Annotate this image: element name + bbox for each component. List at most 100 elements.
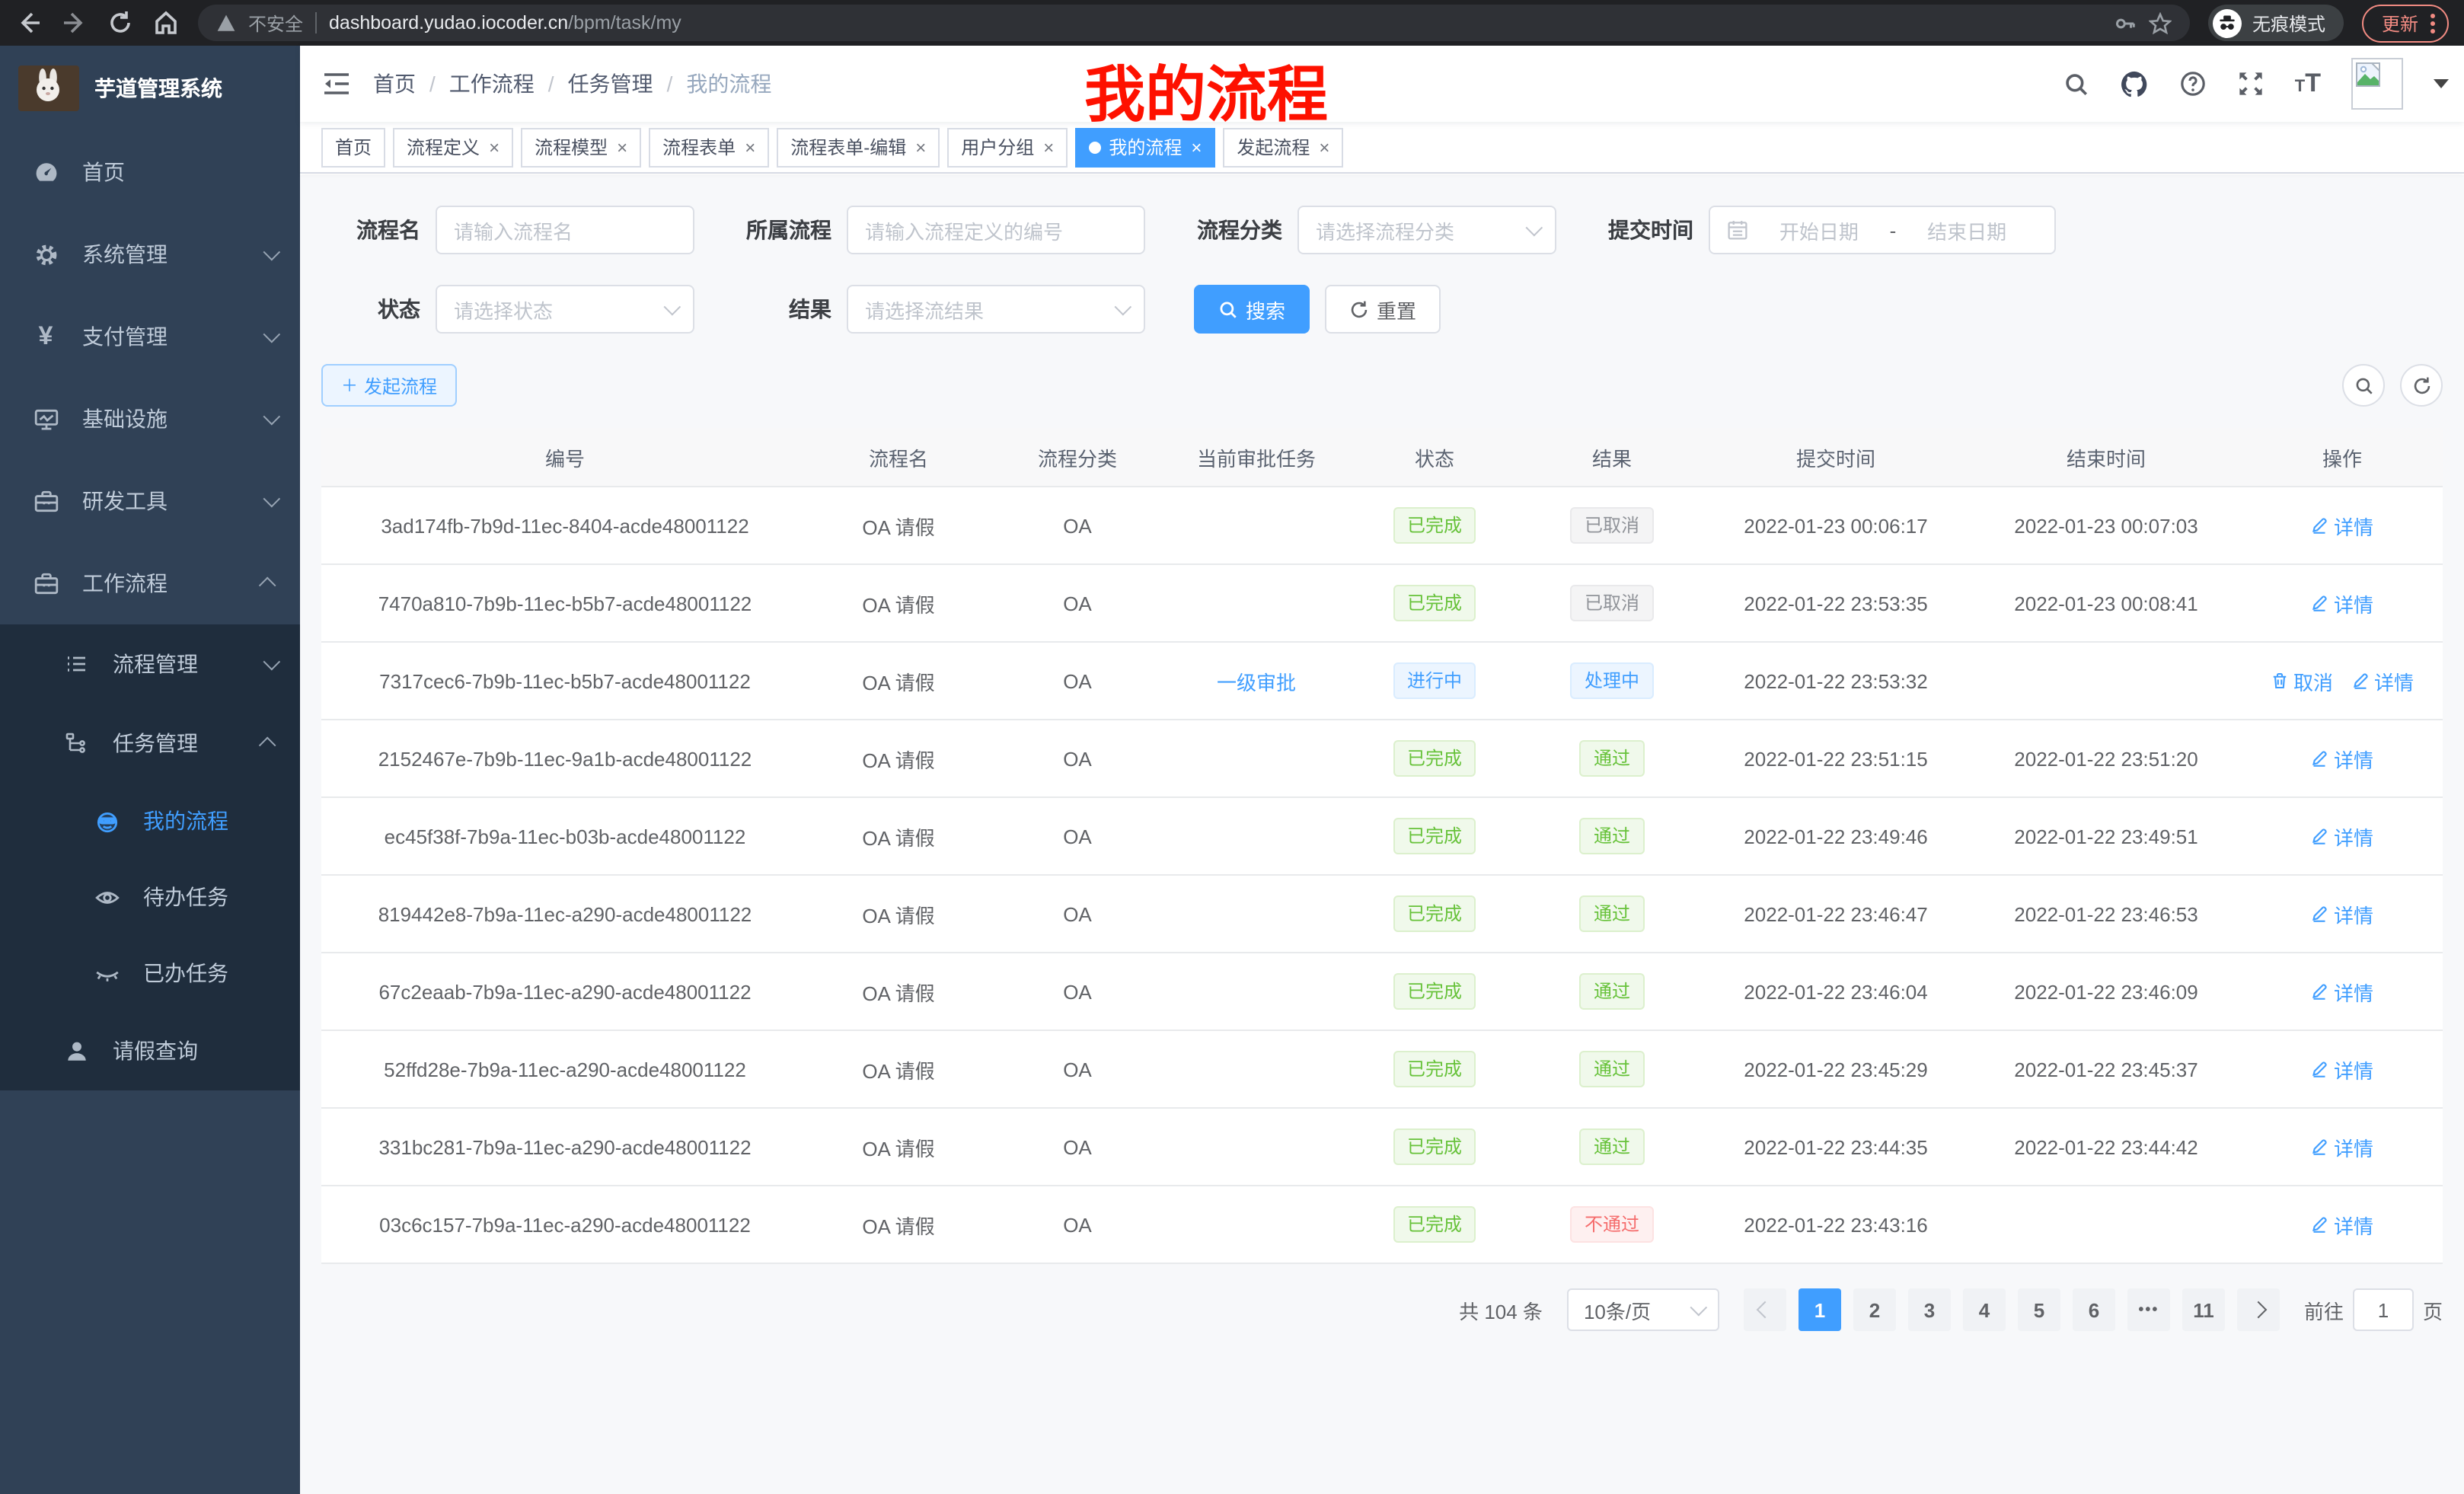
close-icon[interactable]: × <box>745 138 755 156</box>
chevron-down-icon <box>263 326 281 343</box>
prev-page-button[interactable] <box>1744 1288 1786 1331</box>
tab-process-model[interactable]: 流程模型× <box>521 127 641 167</box>
bookmark-star-icon[interactable] <box>2149 11 2172 34</box>
name-label: 流程名 <box>353 215 420 245</box>
sidebar-item-workflow[interactable]: 工作流程 <box>0 542 300 624</box>
breadcrumb-workflow[interactable]: 工作流程 <box>449 69 535 99</box>
close-icon[interactable]: × <box>915 138 926 156</box>
close-icon[interactable]: × <box>617 138 627 156</box>
hamburger-icon[interactable] <box>300 69 373 99</box>
tab-process-form-edit[interactable]: 流程表单-编辑× <box>777 127 940 167</box>
page-size-select[interactable]: 10条/页 <box>1567 1288 1719 1331</box>
search-button[interactable]: 搜索 <box>1194 285 1310 334</box>
reload-icon[interactable] <box>107 9 134 37</box>
sidebar-item-label: 流程管理 <box>113 649 263 679</box>
page-button-4[interactable]: 4 <box>1963 1288 2006 1331</box>
detail-link[interactable]: 详情 <box>2311 744 2373 773</box>
gear-icon <box>30 241 61 267</box>
process-definition-input[interactable]: 请输入流程定义的编号 <box>847 206 1145 254</box>
avatar-caret-icon[interactable] <box>2434 79 2449 88</box>
sidebar-item-payment[interactable]: ¥ 支付管理 <box>0 295 300 378</box>
list-icon <box>61 652 91 676</box>
cancel-link[interactable]: 取消 <box>2271 666 2333 695</box>
result-badge: 已取消 <box>1571 585 1653 621</box>
reset-button[interactable]: 重置 <box>1325 285 1441 334</box>
status-label: 状态 <box>353 294 420 324</box>
detail-link[interactable]: 详情 <box>2311 589 2373 618</box>
start-process-button[interactable]: ＋ 发起流程 <box>321 364 457 407</box>
detail-link[interactable]: 详情 <box>2311 511 2373 540</box>
detail-link[interactable]: 详情 <box>2311 977 2373 1006</box>
close-icon[interactable]: × <box>1191 138 1202 156</box>
breadcrumb-home[interactable]: 首页 <box>373 69 416 99</box>
navbar-actions: TT <box>2063 58 2464 110</box>
goto-page-input[interactable]: 1 <box>2353 1288 2414 1331</box>
update-button[interactable]: 更新 <box>2362 4 2449 42</box>
chevron-down-icon <box>263 244 281 261</box>
table-row: 3ad174fb-7b9d-11ec-8404-acde48001122 OA … <box>321 487 2443 564</box>
next-page-button[interactable] <box>2237 1288 2280 1331</box>
breadcrumb-task-mgmt[interactable]: 任务管理 <box>568 69 653 99</box>
result-badge: 通过 <box>1580 1051 1644 1087</box>
sidebar-item-label: 系统管理 <box>82 239 263 270</box>
sidebar-item-todo-tasks[interactable]: 待办任务 <box>0 859 300 935</box>
tab-process-definition[interactable]: 流程定义× <box>393 127 513 167</box>
address-bar[interactable]: 不安全 dashboard.yudao.iocoder.cn/bpm/task/… <box>198 5 2190 41</box>
status-badge: 已完成 <box>1393 585 1476 621</box>
sidebar-item-home[interactable]: 首页 <box>0 131 300 213</box>
detail-link[interactable]: 详情 <box>2351 666 2414 695</box>
tab-process-form[interactable]: 流程表单× <box>649 127 769 167</box>
robot-icon <box>91 808 122 834</box>
status-badge: 已完成 <box>1393 740 1476 777</box>
page-button-6[interactable]: 6 <box>2073 1288 2115 1331</box>
refresh-button[interactable] <box>2400 364 2443 407</box>
detail-link[interactable]: 详情 <box>2311 1055 2373 1084</box>
detail-link[interactable]: 详情 <box>2311 1132 2373 1161</box>
sidebar-item-task-mgmt[interactable]: 任务管理 <box>0 704 300 783</box>
close-icon[interactable]: × <box>1043 138 1054 156</box>
page-button-3[interactable]: 3 <box>1908 1288 1951 1331</box>
show-search-button[interactable] <box>2342 364 2385 407</box>
incognito-badge: 无痕模式 <box>2208 5 2344 41</box>
close-icon[interactable]: × <box>489 138 500 156</box>
key-icon[interactable] <box>2114 11 2137 34</box>
detail-link[interactable]: 详情 <box>2311 822 2373 851</box>
close-icon[interactable]: × <box>1319 138 1329 156</box>
page-button-5[interactable]: 5 <box>2018 1288 2060 1331</box>
browser-menu-icon[interactable] <box>2430 13 2435 33</box>
category-select[interactable]: 请选择流程分类 <box>1297 206 1556 254</box>
detail-link[interactable]: 详情 <box>2311 1210 2373 1239</box>
current-task-link[interactable]: 一级审批 <box>1217 666 1296 695</box>
sidebar-item-my-process[interactable]: 我的流程 <box>0 783 300 859</box>
date-range-picker[interactable]: 开始日期 - 结束日期 <box>1709 206 2056 254</box>
status-select[interactable]: 请选择状态 <box>436 285 694 334</box>
avatar[interactable] <box>2351 58 2403 110</box>
font-size-icon[interactable]: TT <box>2295 69 2321 99</box>
sidebar-item-devtools[interactable]: 研发工具 <box>0 460 300 542</box>
back-icon[interactable] <box>15 9 43 37</box>
page-button-1[interactable]: 1 <box>1799 1288 1841 1331</box>
tab-home[interactable]: 首页 <box>321 127 385 167</box>
detail-link[interactable]: 详情 <box>2311 899 2373 928</box>
sidebar-item-system[interactable]: 系统管理 <box>0 213 300 295</box>
tab-user-group[interactable]: 用户分组× <box>947 127 1068 167</box>
process-name-input[interactable]: 请输入流程名 <box>436 206 694 254</box>
sidebar-item-infra[interactable]: 基础设施 <box>0 378 300 460</box>
sidebar-item-process-mgmt[interactable]: 流程管理 <box>0 624 300 704</box>
home-icon[interactable] <box>152 9 180 37</box>
dashboard-icon <box>30 159 61 185</box>
more-pages-button[interactable]: ••• <box>2127 1288 2170 1331</box>
result-badge: 通过 <box>1580 740 1644 777</box>
result-select[interactable]: 请选择流结果 <box>847 285 1145 334</box>
github-icon[interactable] <box>2120 69 2149 98</box>
page-button-11[interactable]: 11 <box>2182 1288 2225 1331</box>
page-button-2[interactable]: 2 <box>1853 1288 1896 1331</box>
sidebar-item-done-tasks[interactable]: 已办任务 <box>0 935 300 1011</box>
search-icon[interactable] <box>2063 71 2089 97</box>
table-row: 819442e8-7b9a-11ec-a290-acde48001122 OA … <box>321 875 2443 953</box>
fullscreen-icon[interactable] <box>2237 70 2265 97</box>
status-badge: 已完成 <box>1393 818 1476 854</box>
forward-icon[interactable] <box>61 9 88 37</box>
help-icon[interactable] <box>2179 70 2207 97</box>
sidebar-item-leave-query[interactable]: 请假查询 <box>0 1011 300 1090</box>
